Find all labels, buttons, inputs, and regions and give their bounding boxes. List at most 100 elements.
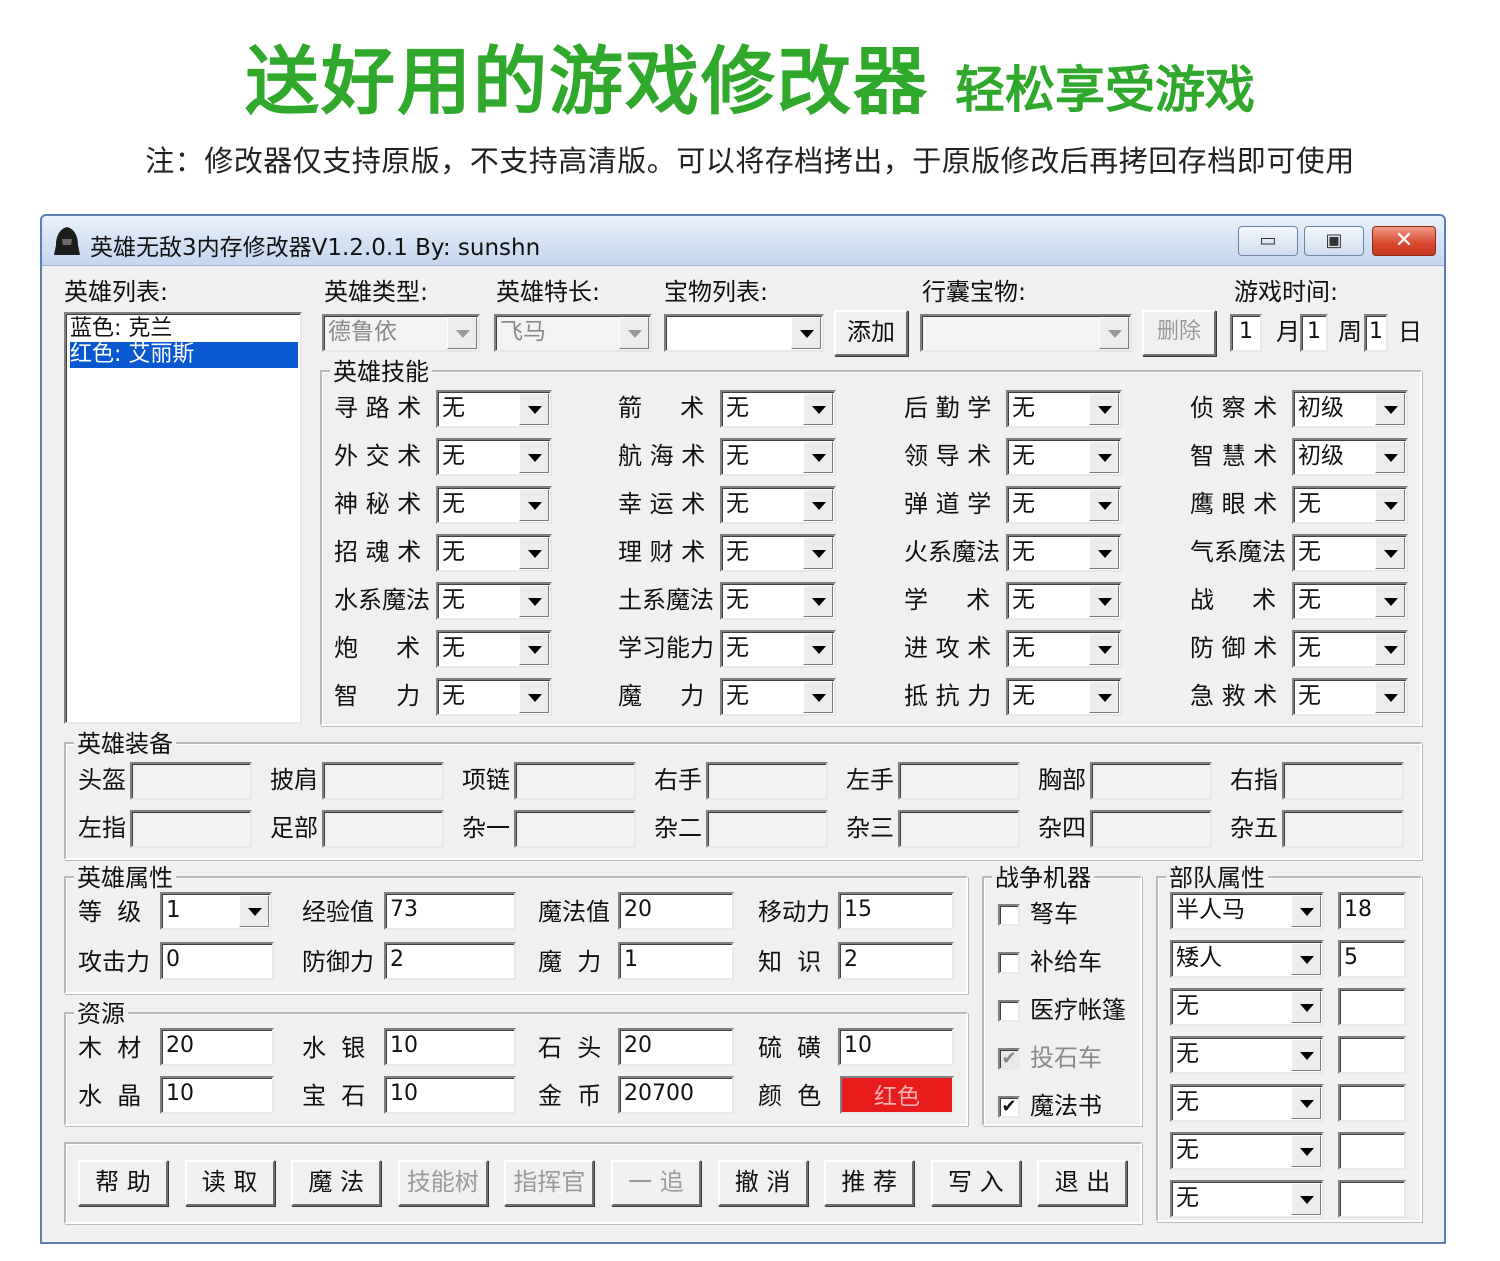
equipment-slot-field[interactable] (322, 762, 444, 800)
troop-count-field[interactable] (1338, 1084, 1406, 1122)
skill-level-select[interactable]: 初级 (1292, 438, 1408, 476)
skill-level-select[interactable]: 无 (1292, 630, 1408, 668)
skill-level-select[interactable]: 无 (436, 438, 552, 476)
skill-level-select[interactable]: 无 (1292, 678, 1408, 716)
crystal-field[interactable]: 10 (160, 1076, 274, 1114)
defense-field[interactable]: 2 (384, 942, 516, 980)
equipment-slot-field[interactable] (1282, 762, 1404, 800)
skill-level-select[interactable]: 无 (436, 534, 552, 572)
hero-list-item[interactable]: 蓝色: 克兰 (70, 316, 298, 342)
skill-level-select[interactable]: 无 (720, 438, 836, 476)
ore-field[interactable]: 20 (618, 1028, 734, 1066)
skill-level-select[interactable]: 无 (720, 390, 836, 428)
skill-level-select[interactable]: 无 (720, 630, 836, 668)
war-machine-checkbox[interactable] (998, 904, 1020, 926)
wood-field[interactable]: 20 (160, 1028, 274, 1066)
skill-level-select[interactable]: 无 (1006, 438, 1122, 476)
skill-level-select[interactable]: 无 (1006, 630, 1122, 668)
troop-count-field[interactable]: 18 (1338, 892, 1406, 930)
skill-level-select[interactable]: 无 (720, 534, 836, 572)
attack-field[interactable]: 0 (160, 942, 274, 980)
title-bar[interactable]: 英雄无敌3内存修改器V1.2.0.1 By: sunshn ▭ ▣ ✕ (42, 216, 1444, 266)
bag-artifact-select[interactable] (920, 314, 1132, 352)
skill-level-select[interactable]: 无 (1006, 534, 1122, 572)
artifact-list-select[interactable] (664, 314, 824, 352)
skill-level-select[interactable]: 无 (436, 486, 552, 524)
power-field[interactable]: 1 (618, 942, 734, 980)
troop-creature-select[interactable]: 无 (1170, 1084, 1324, 1122)
delete-artifact-button[interactable]: 删除 (1142, 310, 1216, 356)
action-button[interactable]: 指挥官 (504, 1160, 595, 1206)
close-button[interactable]: ✕ (1372, 226, 1436, 256)
troop-creature-select[interactable]: 无 (1170, 988, 1324, 1026)
war-machine-checkbox[interactable]: ✔ (998, 1048, 1020, 1070)
add-artifact-button[interactable]: 添加 (834, 310, 908, 356)
war-machine-checkbox[interactable] (998, 1000, 1020, 1022)
skill-level-select[interactable]: 无 (1292, 534, 1408, 572)
gold-field[interactable]: 20700 (618, 1076, 734, 1114)
action-button[interactable]: 写 入 (930, 1160, 1021, 1206)
action-button[interactable]: 一 追 (611, 1160, 701, 1206)
skill-level-select[interactable]: 无 (1006, 390, 1122, 428)
troop-count-field[interactable] (1338, 1132, 1406, 1170)
month-field[interactable]: 1 (1230, 314, 1262, 352)
equipment-slot-field[interactable] (1282, 810, 1404, 848)
skill-level-select[interactable]: 无 (1006, 678, 1122, 716)
hero-type-select[interactable]: 德鲁依 (322, 314, 480, 352)
mercury-field[interactable]: 10 (384, 1028, 516, 1066)
maximize-button[interactable]: ▣ (1304, 226, 1364, 256)
hero-list-item-selected[interactable]: 红色: 艾丽斯 (70, 342, 298, 368)
troop-creature-select[interactable]: 无 (1170, 1132, 1324, 1170)
minimize-button[interactable]: ▭ (1238, 226, 1298, 256)
action-button[interactable]: 退 出 (1037, 1160, 1128, 1206)
troop-creature-select[interactable]: 无 (1170, 1036, 1324, 1074)
equipment-slot-field[interactable] (706, 762, 828, 800)
day-field[interactable]: 1 (1364, 314, 1388, 352)
skill-level-select[interactable]: 无 (1292, 582, 1408, 620)
equipment-slot-field[interactable] (514, 762, 636, 800)
equipment-slot-field[interactable] (898, 810, 1020, 848)
skill-level-select[interactable]: 无 (1292, 486, 1408, 524)
skill-level-select[interactable]: 初级 (1292, 390, 1408, 428)
troop-count-field[interactable] (1338, 1180, 1406, 1218)
action-button[interactable]: 魔 法 (291, 1160, 382, 1206)
mana-field[interactable]: 20 (618, 892, 734, 930)
level-select[interactable]: 1 (160, 892, 272, 930)
action-button[interactable]: 推 荐 (824, 1160, 915, 1206)
knowledge-field[interactable]: 2 (838, 942, 954, 980)
equipment-slot-field[interactable] (706, 810, 828, 848)
specialty-select[interactable]: 飞马 (494, 314, 652, 352)
equipment-slot-field[interactable] (1090, 810, 1212, 848)
move-field[interactable]: 15 (838, 892, 954, 930)
action-button[interactable]: 帮 助 (78, 1160, 168, 1206)
gems-field[interactable]: 10 (384, 1076, 516, 1114)
skill-level-select[interactable]: 无 (436, 630, 552, 668)
skill-level-select[interactable]: 无 (720, 678, 836, 716)
exp-field[interactable]: 73 (384, 892, 516, 930)
action-button[interactable]: 撤 消 (717, 1160, 808, 1206)
equipment-slot-field[interactable] (1090, 762, 1212, 800)
equipment-slot-field[interactable] (130, 762, 252, 800)
troop-count-field[interactable]: 5 (1338, 940, 1406, 978)
equipment-slot-field[interactable] (898, 762, 1020, 800)
player-color-field[interactable]: 红色 (840, 1076, 954, 1114)
war-machine-checkbox[interactable] (998, 952, 1020, 974)
skill-level-select[interactable]: 无 (436, 390, 552, 428)
skill-level-select[interactable]: 无 (436, 678, 552, 716)
skill-level-select[interactable]: 无 (1006, 582, 1122, 620)
sulfur-field[interactable]: 10 (838, 1028, 954, 1066)
troop-creature-select[interactable]: 无 (1170, 1180, 1324, 1218)
skill-level-select[interactable]: 无 (720, 486, 836, 524)
week-field[interactable]: 1 (1300, 314, 1328, 352)
troop-creature-select[interactable]: 矮人 (1170, 940, 1324, 978)
war-machine-checkbox[interactable]: ✔ (998, 1096, 1020, 1118)
equipment-slot-field[interactable] (322, 810, 444, 848)
skill-level-select[interactable]: 无 (1006, 486, 1122, 524)
troop-count-field[interactable] (1338, 1036, 1406, 1074)
action-button[interactable]: 技能树 (397, 1160, 488, 1206)
skill-level-select[interactable]: 无 (720, 582, 836, 620)
equipment-slot-field[interactable] (514, 810, 636, 848)
troop-creature-select[interactable]: 半人马 (1170, 892, 1324, 930)
hero-listbox[interactable]: 蓝色: 克兰 红色: 艾丽斯 (64, 312, 302, 724)
equipment-slot-field[interactable] (130, 810, 252, 848)
